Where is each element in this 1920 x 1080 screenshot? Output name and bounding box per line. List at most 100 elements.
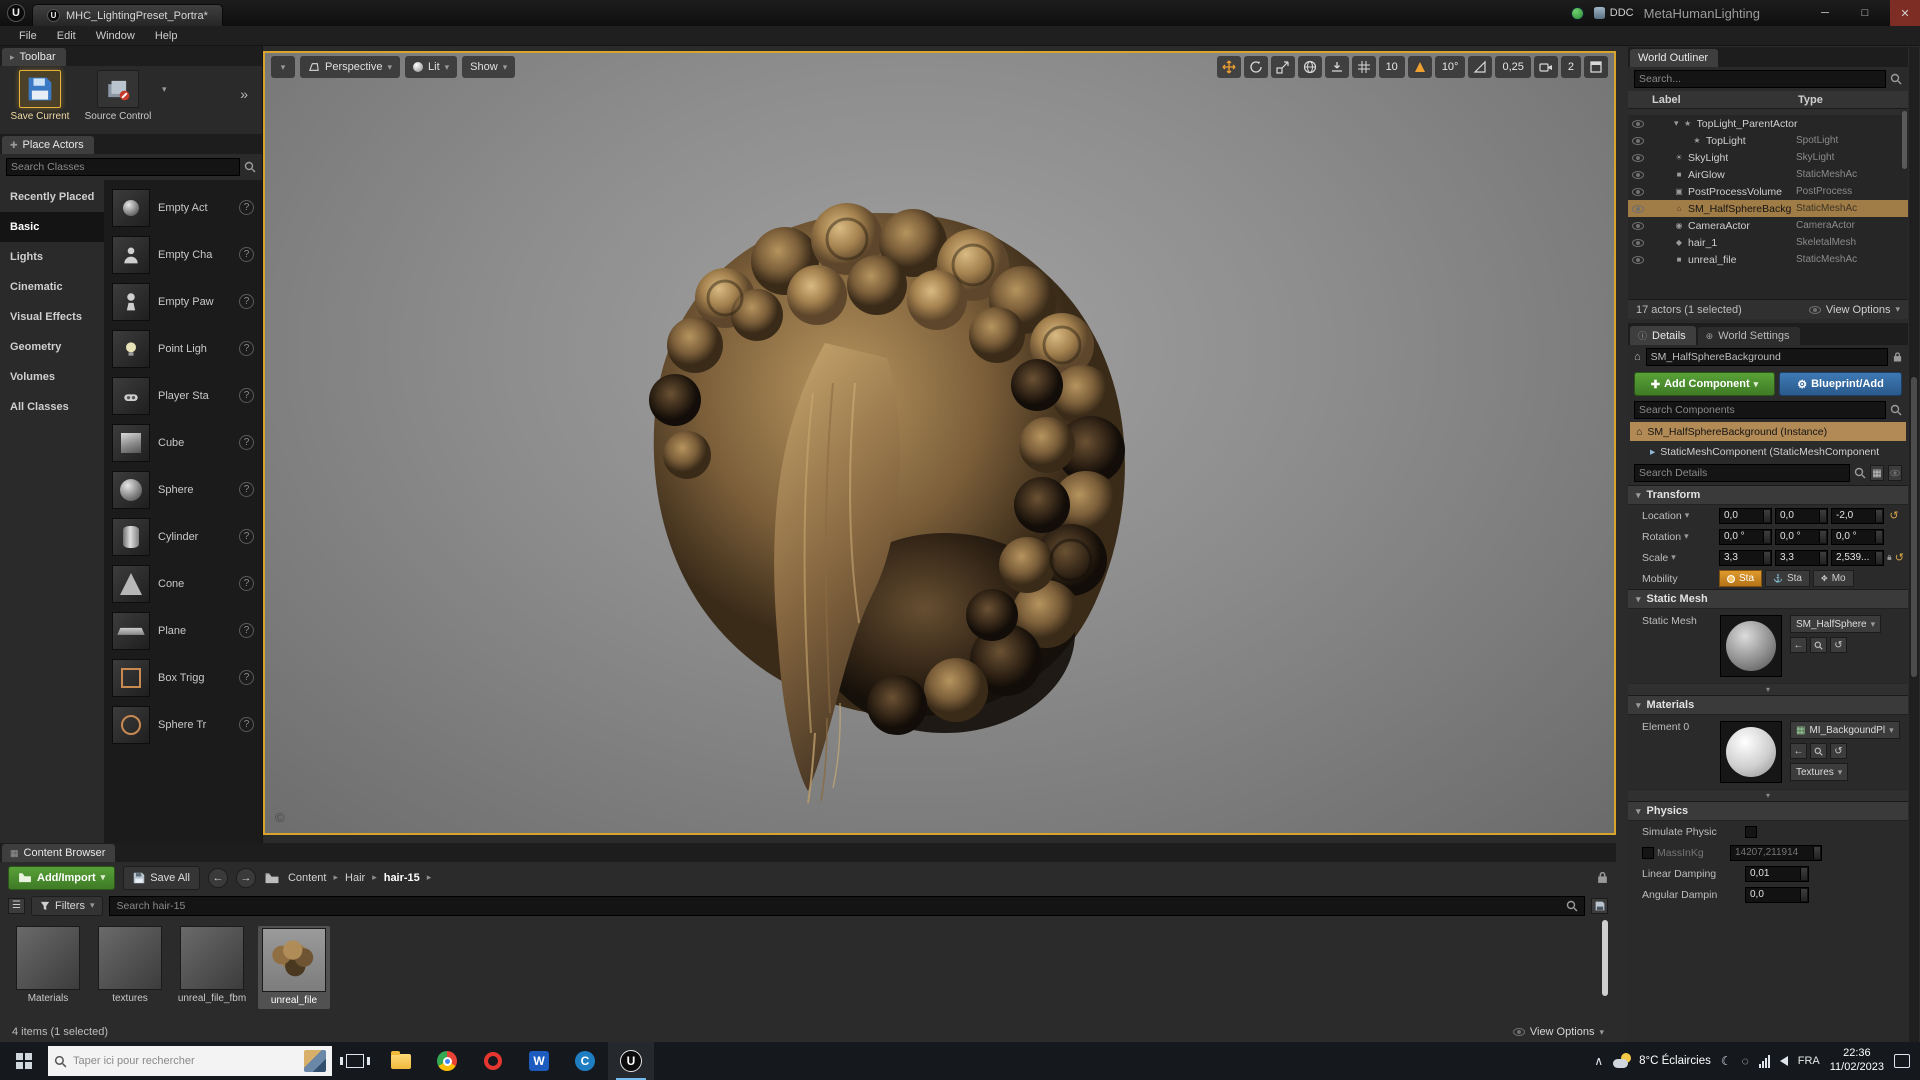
transform-section-header[interactable]: ▾ Transform: [1628, 485, 1908, 505]
material-thumbnail[interactable]: [1720, 721, 1782, 783]
c-app-button[interactable]: C: [562, 1042, 608, 1080]
textures-dropdown[interactable]: Textures ▾: [1790, 763, 1849, 781]
rotate-tool-button[interactable]: [1243, 56, 1268, 78]
outliner-search-input[interactable]: [1634, 70, 1886, 88]
source-control-button[interactable]: Source Control: [84, 70, 152, 122]
content-search-input[interactable]: [116, 899, 1560, 912]
location-x-field[interactable]: 0,0: [1719, 507, 1772, 524]
lock-icon[interactable]: [1893, 351, 1902, 363]
actor-item-player-start[interactable]: Player Sta?: [108, 372, 258, 419]
actor-item-sphere[interactable]: Sphere?: [108, 466, 258, 513]
angle-snap-value[interactable]: 10°: [1434, 56, 1466, 78]
chrome-button[interactable]: [424, 1042, 470, 1080]
forward-button[interactable]: →: [235, 867, 256, 888]
taskbar-search[interactable]: [48, 1046, 332, 1076]
materials-section-header[interactable]: ▾ Materials: [1628, 695, 1908, 715]
content-browser-scrollbar[interactable]: [1602, 920, 1608, 996]
actor-name-field[interactable]: [1645, 348, 1888, 366]
category-recently-placed[interactable]: Recently Placed: [0, 182, 104, 212]
tray-network-icon[interactable]: [1758, 1054, 1770, 1068]
actor-item-plane[interactable]: Plane?: [108, 607, 258, 654]
outliner-row-selected[interactable]: ⌂ SM_HalfSphereBackg StaticMeshAc: [1628, 200, 1908, 217]
level-tab[interactable]: U MHC_LightingPreset_Portra*: [32, 4, 223, 26]
notification-center-icon[interactable]: [1894, 1054, 1910, 1068]
source-control-dropdown-icon[interactable]: ▾: [162, 84, 167, 95]
search-classes-input[interactable]: [6, 158, 240, 176]
maximize-button[interactable]: □: [1850, 0, 1880, 26]
category-lights[interactable]: Lights: [0, 242, 104, 272]
static-mesh-thumbnail[interactable]: [1720, 615, 1782, 677]
tab-place-actors[interactable]: ✚ Place Actors: [2, 136, 94, 154]
category-cinematic[interactable]: Cinematic: [0, 272, 104, 302]
angle-snap-button[interactable]: [1407, 56, 1432, 78]
reset-location-icon[interactable]: ↺: [1887, 509, 1901, 522]
physics-section-header[interactable]: ▾ Physics: [1628, 801, 1908, 821]
details-scrollbar[interactable]: [1909, 47, 1919, 1042]
blueprint-add-button[interactable]: ⚙ Blueprint/Add: [1779, 372, 1902, 396]
component-instance-row[interactable]: ⌂ SM_HalfSphereBackground (Instance): [1630, 422, 1906, 441]
search-details-input[interactable]: [1634, 464, 1851, 482]
menu-help[interactable]: Help: [146, 28, 187, 44]
actor-item-box-trigger[interactable]: Box Trigg?: [108, 654, 258, 701]
visibility-eye-icon[interactable]: [1632, 170, 1644, 179]
surface-snap-button[interactable]: [1324, 56, 1349, 78]
visibility-eye-icon[interactable]: [1632, 136, 1644, 145]
visibility-eye-icon[interactable]: [1632, 153, 1644, 162]
minimize-button[interactable]: ─: [1810, 0, 1840, 26]
camera-speed-button[interactable]: [1533, 56, 1558, 78]
tab-details[interactable]: ⓘ Details: [1630, 326, 1696, 345]
help-icon[interactable]: ?: [239, 341, 254, 356]
help-icon[interactable]: ?: [239, 717, 254, 732]
category-volumes[interactable]: Volumes: [0, 362, 104, 392]
mass-override-checkbox[interactable]: [1642, 846, 1654, 859]
help-icon[interactable]: ?: [239, 294, 254, 309]
materials-expander[interactable]: ▾: [1628, 789, 1908, 801]
search-highlight-icon[interactable]: [304, 1050, 326, 1072]
save-search-button[interactable]: [1591, 897, 1608, 914]
lock-icon[interactable]: [1597, 871, 1608, 884]
actor-item-cylinder[interactable]: Cylinder?: [108, 513, 258, 560]
grid-snap-button[interactable]: [1351, 56, 1376, 78]
tray-expand-icon[interactable]: ∧: [1594, 1054, 1603, 1068]
reset-scale-icon[interactable]: ↺: [1895, 551, 1904, 564]
help-icon[interactable]: ?: [239, 200, 254, 215]
actor-item-empty-actor[interactable]: Empty Act?: [108, 184, 258, 231]
static-mesh-component-row[interactable]: ▸ StaticMeshComponent (StaticMeshCompone…: [1628, 442, 1908, 461]
word-button[interactable]: W: [516, 1042, 562, 1080]
start-button[interactable]: [0, 1042, 48, 1080]
outliner-row[interactable]: ■ AirGlow StaticMeshAc: [1628, 166, 1908, 183]
perspective-button[interactable]: Perspective ▾: [300, 56, 401, 78]
outliner-scrollbar[interactable]: [1902, 111, 1907, 169]
column-label[interactable]: Label: [1628, 94, 1798, 106]
search-components-input[interactable]: [1634, 401, 1886, 419]
file-explorer-button[interactable]: [378, 1042, 424, 1080]
tab-content-browser[interactable]: ▦ Content Browser: [2, 844, 116, 862]
rotation-z-field[interactable]: 0,0 °: [1831, 528, 1884, 545]
viewport[interactable]: ▾ Perspective ▾ Lit ▾ Show ▾ 10 10° 0,25…: [263, 51, 1616, 835]
help-icon[interactable]: ?: [239, 247, 254, 262]
static-mesh-dropdown[interactable]: SM_HalfSphere ▾: [1790, 615, 1882, 633]
rotation-label[interactable]: Rotation ▾: [1642, 531, 1716, 543]
help-icon[interactable]: ?: [239, 623, 254, 638]
grid-snap-value[interactable]: 10: [1378, 56, 1405, 78]
tab-world-outliner[interactable]: World Outliner: [1630, 49, 1719, 67]
help-icon[interactable]: ?: [239, 435, 254, 450]
unreal-engine-button[interactable]: U: [608, 1042, 654, 1080]
show-flags-button[interactable]: Show ▾: [462, 56, 516, 78]
sources-panel-button[interactable]: ☰: [8, 897, 25, 914]
actor-item-point-light[interactable]: Point Ligh?: [108, 325, 258, 372]
outliner-row[interactable]: ◉ CameraActor CameraActor: [1628, 217, 1908, 234]
outliner-row[interactable]: ▾ ★ TopLight_ParentActor: [1628, 115, 1908, 132]
add-component-button[interactable]: ✚ Add Component ▾: [1634, 372, 1776, 396]
actor-item-cone[interactable]: Cone?: [108, 560, 258, 607]
reset-asset-button[interactable]: ↺: [1830, 637, 1847, 653]
outliner-view-options-button[interactable]: View Options ▾: [1808, 304, 1900, 316]
material-dropdown[interactable]: ▦ MI_BackgoundPl ▾: [1790, 721, 1900, 739]
visibility-eye-icon[interactable]: [1632, 238, 1644, 247]
static-mesh-expander[interactable]: ▾: [1628, 683, 1908, 695]
outliner-row[interactable]: ◆ hair_1 SkeletalMesh: [1628, 234, 1908, 251]
language-indicator[interactable]: FRA: [1798, 1055, 1820, 1067]
angular-damping-field[interactable]: 0,0: [1745, 886, 1809, 903]
scale-z-field[interactable]: 2,539...: [1831, 549, 1884, 566]
outliner-row[interactable]: ★ TopLight SpotLight: [1628, 132, 1908, 149]
